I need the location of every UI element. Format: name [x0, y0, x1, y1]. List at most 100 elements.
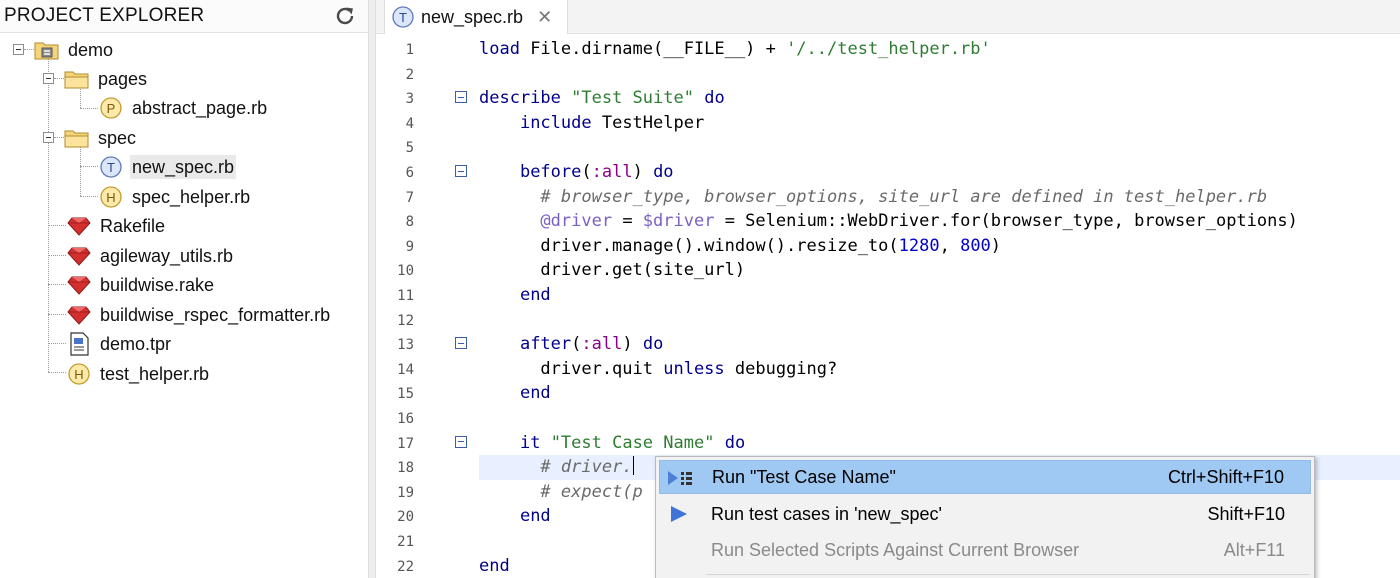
editor-tab-bar: T new_spec.rb ✕	[376, 0, 1400, 34]
tree-item-label: buildwise.rake	[100, 274, 215, 295]
code-text: before(:all) do	[519, 162, 674, 182]
ruby-gem-icon	[66, 273, 92, 297]
code-line: 6 before(:all) do	[376, 160, 1400, 185]
code-line: 9 driver.manage().window().resize_to(128…	[376, 234, 1400, 259]
menu-item-label: Run test cases in 'new_spec'	[711, 503, 942, 524]
tree-item-demo-tpr[interactable]: demo.tpr	[66, 329, 173, 358]
line-number: 11	[397, 288, 414, 304]
tree-item-label: test_helper.rb	[100, 363, 210, 384]
menu-item-shortcut: Shift+F10	[1207, 503, 1285, 524]
explorer-title: PROJECT EXPLORER	[4, 5, 205, 26]
run-icon	[665, 503, 693, 525]
fold-toggle-icon[interactable]	[455, 91, 467, 104]
fold-toggle-icon[interactable]	[455, 337, 467, 350]
tree-item-test-helper[interactable]: H test_helper.rb	[66, 359, 211, 388]
line-number: 3	[405, 91, 414, 108]
tree-item-spec-helper[interactable]: H spec_helper.rb	[98, 182, 252, 211]
menu-item-run-selected-scripts[interactable]: Run Selected Scripts Against Current Bro…	[659, 533, 1311, 567]
tree-item-demo[interactable]: demo	[34, 35, 115, 64]
tree-item-buildwise-rspec-formatter[interactable]: buildwise_rspec_formatter.rb	[66, 300, 332, 329]
tree-item-label: spec_helper.rb	[132, 186, 251, 207]
line-number: 2	[405, 66, 414, 83]
helper-file-icon: H	[98, 185, 124, 209]
tree-item-label: new_spec.rb	[130, 154, 237, 179]
project-file-icon	[66, 331, 92, 356]
svg-text:T: T	[399, 10, 407, 25]
code-text: include TestHelper	[519, 112, 705, 133]
project-explorer: PROJECT EXPLORER demo pages P abstract_p…	[0, 0, 368, 578]
folder-icon	[64, 67, 90, 91]
tree-connector	[80, 196, 98, 197]
menu-item-shortcut: Alt+F11	[1223, 539, 1285, 560]
page-class-icon: P	[98, 96, 124, 120]
file-tree: demo pages P abstract_page.rb spec T new…	[0, 34, 368, 578]
tree-item-label: spec	[98, 127, 137, 148]
line-number: 14	[397, 361, 414, 378]
tree-item-label: Rakefile	[100, 215, 166, 236]
code-text: it "Test Case Name" do	[519, 432, 746, 453]
tree-item-rakefile[interactable]: Rakefile	[66, 211, 167, 240]
tree-connector	[80, 166, 98, 167]
code-line: 17 it "Test Case Name" do	[376, 431, 1400, 456]
ruby-gem-icon	[66, 244, 92, 268]
code-line: 14 driver.quit unless debugging?	[376, 357, 1400, 382]
code-text: after(:all) do	[519, 334, 664, 355]
tree-connector	[80, 108, 98, 109]
fold-toggle-icon[interactable]	[455, 165, 467, 177]
refresh-icon[interactable]	[333, 4, 357, 28]
menu-separator	[706, 574, 1310, 575]
code-text: driver.manage().window().resize_to(1280,…	[479, 235, 1002, 256]
svg-text:P: P	[107, 101, 116, 116]
code-text: driver.quit unless debugging?	[479, 358, 838, 379]
code-line: 1 load File.dirname(__FILE__) + '/../test…	[376, 37, 1400, 62]
tree-connector	[48, 49, 49, 372]
tree-connector	[54, 137, 64, 138]
close-icon[interactable]: ✕	[537, 7, 552, 28]
collapse-toggle-spec[interactable]	[43, 132, 54, 143]
line-number: 20	[397, 509, 414, 526]
ruby-gem-icon	[66, 303, 92, 327]
tree-item-label: buildwise_rspec_formatter.rb	[100, 304, 331, 325]
tree-item-abstract-page[interactable]: P abstract_page.rb	[98, 93, 269, 122]
menu-item-label: Run "Test Case Name"	[712, 466, 896, 487]
code-line: 2	[376, 62, 1400, 87]
code-line: 4 include TestHelper	[376, 111, 1400, 136]
line-number: 18	[397, 460, 414, 477]
tree-item-spec[interactable]: spec	[64, 123, 138, 152]
line-number: 21	[397, 534, 414, 550]
menu-item-run-test-cases[interactable]: Run test cases in 'new_spec' Shift+F10	[659, 497, 1311, 531]
tab-new-spec[interactable]: T new_spec.rb ✕	[384, 0, 568, 34]
tree-connector	[48, 372, 66, 373]
run-test-case-icon	[666, 467, 694, 489]
collapse-toggle-pages[interactable]	[43, 73, 54, 84]
line-number: 6	[405, 165, 414, 181]
code-text: driver.get(site_url)	[479, 260, 746, 281]
text-caret	[632, 456, 634, 476]
code-text: load File.dirname(__FILE__) + '/../test_…	[479, 39, 991, 59]
line-number: 1	[405, 42, 414, 58]
tree-item-buildwise-rake[interactable]: buildwise.rake	[66, 270, 216, 299]
collapse-toggle-demo[interactable]	[13, 44, 24, 55]
tree-item-pages[interactable]: pages	[64, 64, 149, 93]
code-line: 10 driver.get(site_url)	[376, 258, 1400, 283]
tree-item-label: demo.tpr	[100, 333, 172, 354]
panel-splitter[interactable]	[368, 0, 376, 578]
tree-connector	[48, 225, 66, 226]
tree-item-label: abstract_page.rb	[132, 97, 268, 118]
tree-connector	[24, 49, 34, 50]
code-line: 3 describe "Test Suite" do	[376, 86, 1400, 111]
tree-connector	[48, 284, 66, 285]
menu-item-run-test-case[interactable]: Run "Test Case Name" Ctrl+Shift+F10	[659, 460, 1311, 494]
code-line: 11 end	[376, 283, 1400, 308]
fold-toggle-icon[interactable]	[455, 435, 467, 448]
line-number: 22	[397, 558, 414, 575]
tree-item-new-spec[interactable]: T new_spec.rb	[98, 152, 237, 181]
tree-item-agileway-utils[interactable]: agileway_utils.rb	[66, 241, 235, 270]
test-file-icon: T	[98, 155, 124, 179]
tree-connector	[48, 255, 66, 256]
tree-connector	[54, 78, 64, 79]
svg-text:T: T	[107, 160, 115, 175]
code-line: 8 @driver = $driver = Selenium::WebDrive…	[376, 209, 1400, 234]
